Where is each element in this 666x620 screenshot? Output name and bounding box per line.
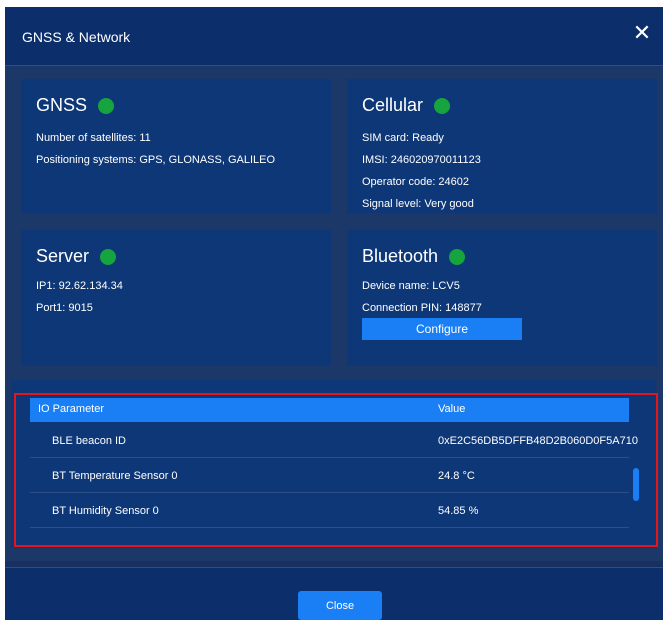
gnss-card-title: GNSS [36, 95, 115, 116]
server-title: Server [36, 246, 90, 266]
dialog-title-bar: GNSS & Network ✕ [5, 7, 663, 66]
gnss-title: GNSS [36, 95, 88, 115]
configure-button[interactable]: Configure [362, 318, 522, 340]
cellular-title: Cellular [362, 95, 424, 115]
bluetooth-status-icon [449, 248, 466, 265]
bluetooth-card-title: Bluetooth [362, 246, 466, 267]
gnss-positioning-systems: Positioning systems: GPS, GLONASS, GALIL… [36, 154, 276, 166]
server-card-title: Server [36, 246, 117, 267]
cellular-imsi: IMSI: 246020970011123 [362, 154, 481, 166]
bluetooth-device-name: Device name: LCV5 [362, 280, 460, 292]
bluetooth-connection-pin: Connection PIN: 148877 [362, 302, 482, 314]
gnss-status-icon [98, 97, 115, 114]
cellular-operator-code: Operator code: 24602 [362, 176, 470, 188]
dialog-title: GNSS & Network [22, 29, 131, 45]
server-port1: Port1: 9015 [36, 302, 93, 314]
highlight-box [14, 393, 658, 547]
server-status-icon [100, 248, 117, 265]
cellular-sim-card: SIM card: Ready [362, 132, 444, 144]
close-icon[interactable]: ✕ [631, 23, 653, 45]
cellular-signal-level: Signal level: Very good [362, 198, 474, 210]
cellular-status-icon [434, 97, 451, 114]
gnss-satellites: Number of satellites: 11 [36, 132, 151, 144]
bluetooth-card: Bluetooth Device name: LCV5 Connection P… [347, 230, 657, 366]
server-card: Server IP1: 92.62.134.34 Port1: 9015 [21, 230, 331, 366]
dialog-footer: Close [5, 567, 663, 620]
cellular-card-title: Cellular [362, 95, 451, 116]
close-button[interactable]: Close [298, 591, 382, 620]
server-ip1: IP1: 92.62.134.34 [36, 280, 123, 292]
bluetooth-title: Bluetooth [362, 246, 439, 266]
cellular-card: Cellular SIM card: Ready IMSI: 246020970… [347, 79, 657, 213]
gnss-card: GNSS Number of satellites: 11 Positionin… [21, 79, 331, 213]
